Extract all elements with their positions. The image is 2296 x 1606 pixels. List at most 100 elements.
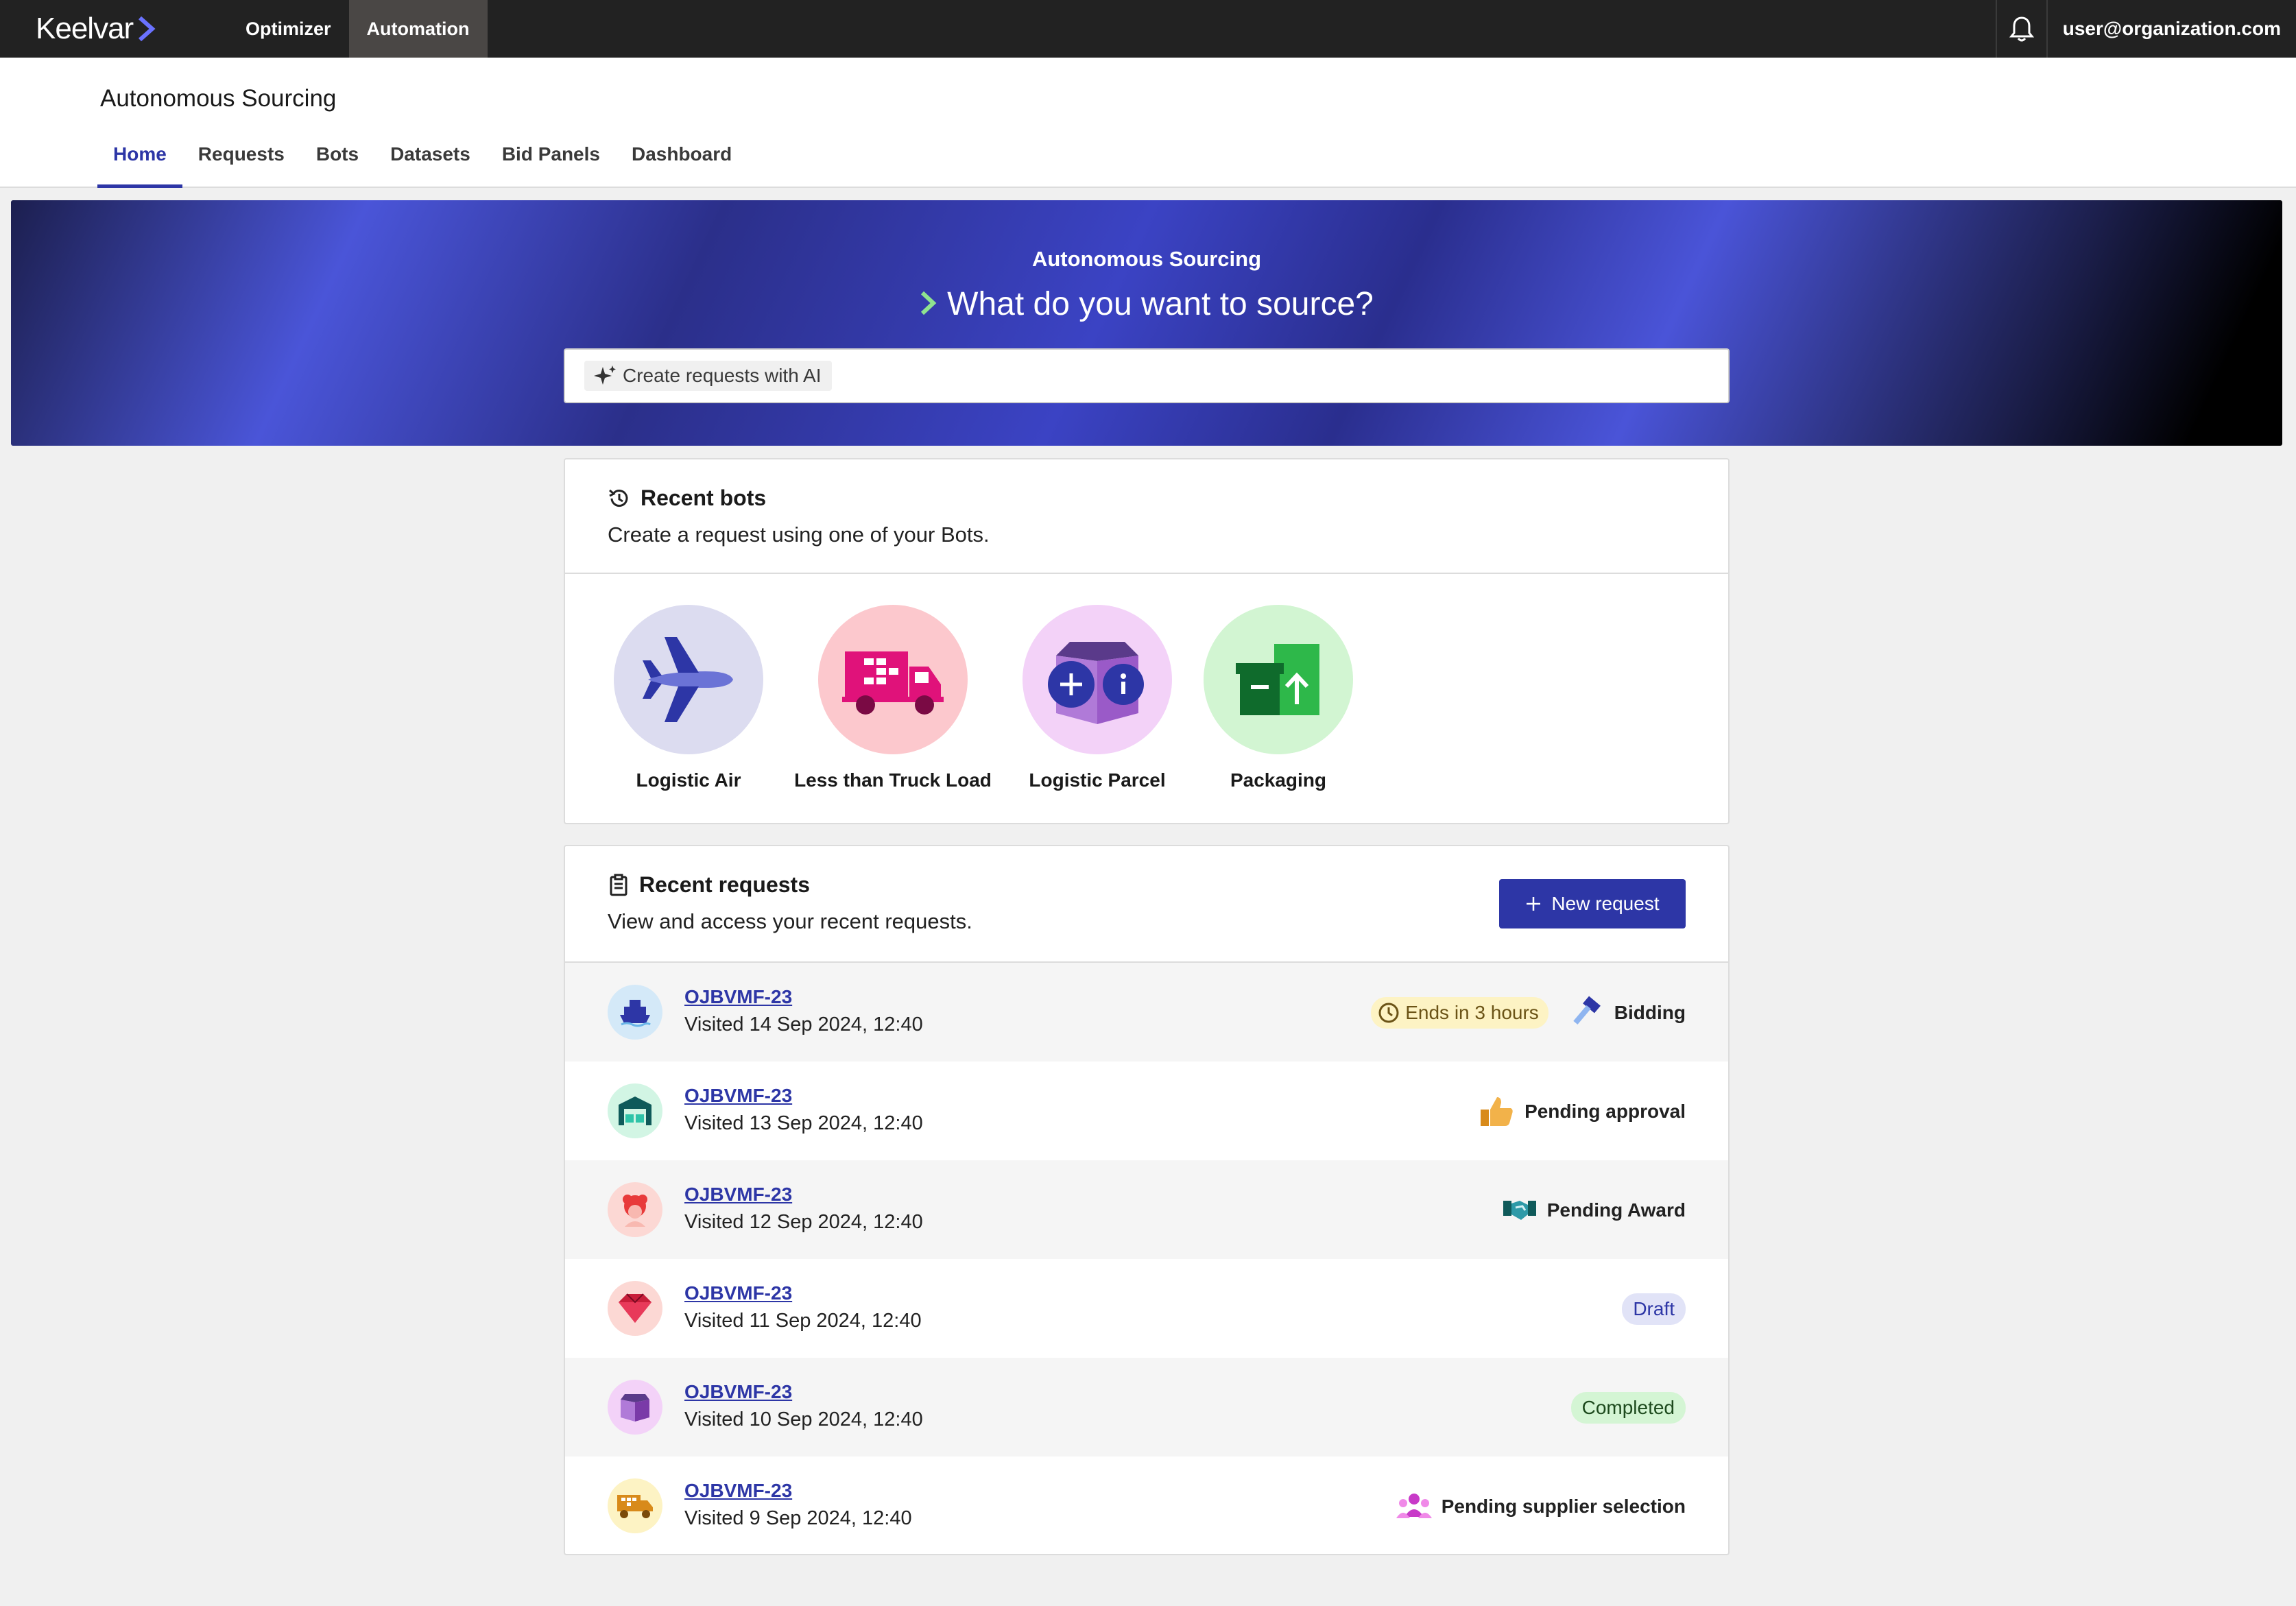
- request-status: Completed: [1570, 1392, 1686, 1424]
- request-visited: Visited 12 Sep 2024, 12:40: [684, 1211, 923, 1233]
- airplane-icon: [643, 637, 733, 722]
- gem-icon: [619, 1293, 651, 1323]
- delivery-truck-icon: [617, 1495, 653, 1518]
- request-status: Draft: [1622, 1293, 1686, 1325]
- status-label: Pending Award: [1546, 1199, 1686, 1221]
- history-icon: [609, 489, 628, 507]
- request-status: Pending supplier selection: [1396, 1491, 1686, 1522]
- bot-logistic-parcel[interactable]: Logistic Parcel: [994, 605, 1200, 791]
- recent-requests-subtitle: View and access your recent requests.: [608, 909, 972, 933]
- request-id-link[interactable]: OJBVMF-23: [684, 1184, 792, 1206]
- page-header: Autonomous Sourcing Home Requests Bots D…: [0, 58, 2296, 188]
- sparkle-icon: [594, 365, 616, 385]
- ai-chip-label: Create requests with AI: [623, 365, 822, 386]
- request-id-link[interactable]: OJBVMF-23: [684, 1085, 792, 1107]
- tab-datasets[interactable]: Datasets: [374, 143, 486, 188]
- request-list: OJBVMF-23 Visited 14 Sep 2024, 12:40 End…: [565, 963, 1728, 1555]
- bot-logistic-air[interactable]: Logistic Air: [586, 605, 791, 791]
- hero-banner: Autonomous Sourcing What do you want to …: [11, 200, 2282, 446]
- request-id-link[interactable]: OJBVMF-23: [684, 1381, 792, 1403]
- request-row[interactable]: OJBVMF-23 Visited 13 Sep 2024, 12:40 Pen…: [565, 1062, 1728, 1160]
- status-label: Pending supplier selection: [1441, 1496, 1686, 1517]
- notifications-button[interactable]: [1995, 0, 2048, 58]
- ai-chip[interactable]: Create requests with AI: [584, 361, 833, 391]
- clipboard-icon: [610, 874, 627, 896]
- recent-requests-card: Recent requests View and access your rec…: [564, 845, 1730, 1555]
- request-avatar: [608, 1182, 662, 1237]
- tab-bots[interactable]: Bots: [300, 143, 374, 188]
- bot-label: Less than Truck Load: [794, 769, 992, 791]
- divider: [565, 573, 1728, 574]
- topnav-optimizer[interactable]: Optimizer: [228, 0, 349, 58]
- tab-bid-panels[interactable]: Bid Panels: [486, 143, 616, 188]
- hero-eyebrow: Autonomous Sourcing: [1031, 247, 1262, 271]
- request-status: Pending approval: [1479, 1096, 1686, 1127]
- request-avatar: [608, 985, 662, 1040]
- bell-icon: [2009, 16, 2034, 42]
- bot-avatar: [614, 605, 763, 754]
- request-id-link[interactable]: OJBVMF-23: [684, 986, 792, 1008]
- request-row[interactable]: OJBVMF-23 Visited 11 Sep 2024, 12:40 Dra…: [565, 1259, 1728, 1358]
- ship-icon: [620, 1000, 651, 1027]
- request-visited: Visited 9 Sep 2024, 12:40: [684, 1507, 912, 1529]
- hero-headline: What do you want to source?: [947, 286, 1374, 322]
- topnav-automation[interactable]: Automation: [348, 0, 488, 58]
- bot-less-than-truck-load[interactable]: Less than Truck Load: [790, 605, 996, 791]
- time-remaining-text: Ends in 3 hours: [1405, 1002, 1539, 1023]
- request-visited: Visited 14 Sep 2024, 12:40: [684, 1014, 923, 1035]
- chevron-right-icon: [921, 291, 937, 315]
- request-avatar: [608, 1478, 662, 1533]
- request-avatar: [608, 1083, 662, 1138]
- bot-avatar: [1204, 605, 1353, 754]
- request-row[interactable]: OJBVMF-23 Visited 10 Sep 2024, 12:40 Com…: [565, 1358, 1728, 1457]
- hero-headline-row: What do you want to source?: [11, 285, 2282, 323]
- request-row[interactable]: OJBVMF-23 Visited 12 Sep 2024, 12:40 Pen…: [565, 1160, 1728, 1259]
- thumbs-up-icon: [1479, 1094, 1515, 1129]
- bot-label: Packaging: [1230, 769, 1327, 791]
- recent-bots-heading: Recent bots: [608, 486, 766, 511]
- people-icon: [1396, 1491, 1432, 1522]
- request-row[interactable]: OJBVMF-23 Visited 9 Sep 2024, 12:40 Pend…: [565, 1457, 1728, 1555]
- logo-chevron-icon: [139, 16, 156, 42]
- request-visited: Visited 11 Sep 2024, 12:40: [684, 1310, 922, 1332]
- request-avatar: [608, 1380, 662, 1435]
- request-id-link[interactable]: OJBVMF-23: [684, 1282, 792, 1304]
- bot-label: Logistic Parcel: [1029, 769, 1166, 791]
- bot-label: Logistic Air: [636, 769, 741, 791]
- request-status: Ends in 3 hours Bidding: [1371, 996, 1686, 1029]
- handshake-icon: [1502, 1197, 1538, 1224]
- bot-avatar: [818, 605, 968, 754]
- box-icon: [621, 1394, 649, 1422]
- brand-name: Keelvar: [36, 12, 134, 45]
- top-nav: Optimizer Automation: [228, 0, 488, 58]
- tab-requests[interactable]: Requests: [182, 143, 300, 188]
- ai-request-input[interactable]: Create requests with AI: [564, 348, 1730, 403]
- request-avatar: [608, 1281, 662, 1336]
- recent-requests-title: Recent requests: [639, 872, 810, 897]
- truck-icon: [842, 651, 944, 715]
- user-menu[interactable]: user@organization.com: [2048, 18, 2296, 40]
- status-badge: Draft: [1622, 1293, 1686, 1325]
- new-request-label: New request: [1551, 893, 1660, 914]
- request-row[interactable]: OJBVMF-23 Visited 14 Sep 2024, 12:40 End…: [565, 963, 1728, 1062]
- parcel-icon: [1048, 642, 1144, 724]
- packaging-icon: [1236, 644, 1319, 715]
- bot-packaging[interactable]: Packaging: [1175, 605, 1381, 791]
- tab-home[interactable]: Home: [97, 143, 182, 188]
- tab-dashboard[interactable]: Dashboard: [616, 143, 748, 188]
- recent-requests-heading: Recent requests: [608, 872, 810, 898]
- new-request-button[interactable]: New request: [1499, 879, 1686, 928]
- recent-bots-card: Recent bots Create a request using one o…: [564, 458, 1730, 824]
- request-visited: Visited 13 Sep 2024, 12:40: [684, 1112, 923, 1134]
- time-remaining-chip: Ends in 3 hours: [1371, 997, 1548, 1029]
- request-id-link[interactable]: OJBVMF-23: [684, 1480, 792, 1502]
- warehouse-icon: [619, 1096, 651, 1125]
- recent-bots-title: Recent bots: [641, 486, 767, 510]
- plus-icon: [1527, 897, 1541, 911]
- request-visited: Visited 10 Sep 2024, 12:40: [684, 1409, 923, 1430]
- keelvar-logo[interactable]: Keelvar: [36, 12, 193, 46]
- bot-avatar: [1023, 605, 1172, 754]
- clock-icon: [1378, 1003, 1399, 1023]
- request-status: Pending Award: [1502, 1195, 1686, 1226]
- status-badge: Completed: [1570, 1392, 1686, 1424]
